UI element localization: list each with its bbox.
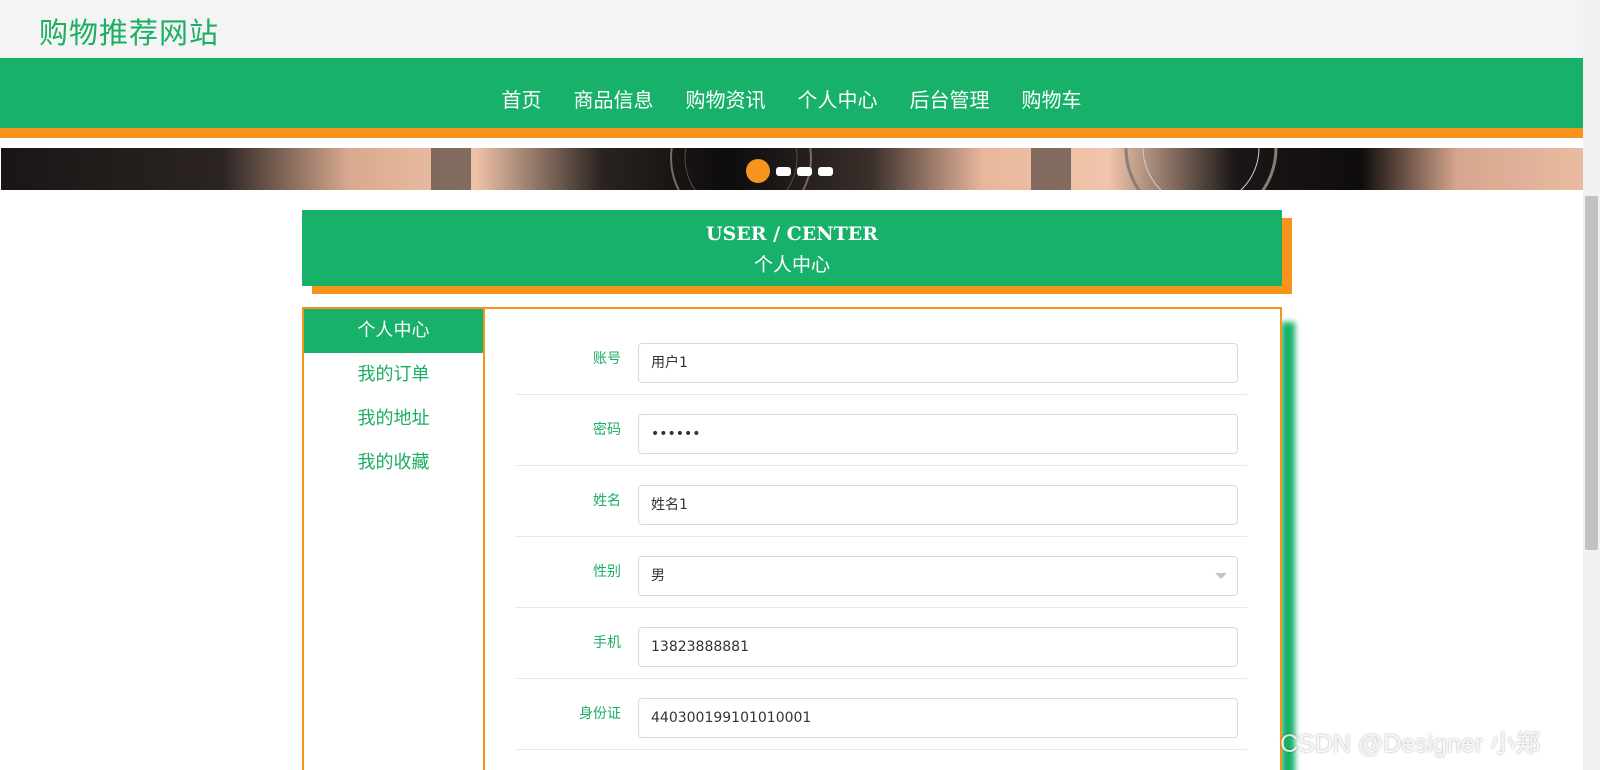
main-nav: 首页 商品信息 购物资讯 个人中心 后台管理 购物车	[0, 58, 1583, 138]
password-input[interactable]: ••••••	[638, 414, 1238, 454]
name-label: 姓名	[593, 493, 621, 509]
sidebar-item-orders[interactable]: 我的订单	[304, 353, 483, 397]
id-card-input[interactable]: 440300199101010001	[638, 698, 1238, 738]
nav-item-cart[interactable]: 购物车	[1006, 84, 1098, 113]
gender-select[interactable]: 男	[638, 556, 1238, 596]
nav-item-admin[interactable]: 后台管理	[894, 84, 1006, 113]
gender-value: 男	[651, 568, 665, 584]
user-sidebar: 个人中心 我的订单 我的地址 我的收藏	[302, 307, 485, 770]
section-title-cn: 个人中心	[753, 254, 830, 276]
password-label: 密码	[593, 422, 621, 438]
carousel-dot-2[interactable]	[776, 166, 791, 176]
section-title-en: USER / CENTER	[705, 223, 879, 245]
profile-form: 账号 用户1 密码 •••••• 姓名 姓名1 性别 男 手机 13823888…	[485, 307, 1282, 770]
sidebar-item-favorites[interactable]: 我的收藏	[304, 441, 483, 485]
id-card-label: 身份证	[579, 706, 621, 722]
form-row-account: 账号 用户1	[515, 324, 1247, 395]
nav-list: 首页 商品信息 购物资讯 个人中心 后台管理 购物车	[0, 58, 1583, 138]
section-header: USER / CENTER 个人中心	[302, 210, 1282, 286]
gender-label: 性别	[593, 564, 621, 580]
chevron-down-icon	[1215, 573, 1227, 579]
carousel-indicators	[746, 158, 833, 184]
nav-item-products[interactable]: 商品信息	[558, 84, 670, 113]
phone-label: 手机	[593, 635, 621, 651]
carousel-dot-3[interactable]	[797, 166, 812, 176]
page: 购物推荐网站 首页 商品信息 购物资讯 个人中心 后台管理 购物车 USER /…	[0, 0, 1600, 770]
nav-item-user-center[interactable]: 个人中心	[782, 84, 894, 113]
site-title[interactable]: 购物推荐网站	[39, 10, 219, 52]
phone-input[interactable]: 13823888881	[638, 627, 1238, 667]
form-row-id-card: 身份证 440300199101010001	[515, 679, 1247, 750]
form-row-phone: 手机 13823888881	[515, 608, 1247, 679]
site-header: 购物推荐网站	[0, 0, 1583, 58]
nav-item-home[interactable]: 首页	[486, 84, 558, 113]
carousel-dot-1[interactable]	[746, 159, 770, 183]
panel-shadow	[1281, 322, 1295, 770]
name-input[interactable]: 姓名1	[638, 485, 1238, 525]
nav-item-news[interactable]: 购物资讯	[670, 84, 782, 113]
account-label: 账号	[593, 351, 621, 367]
sidebar-item-address[interactable]: 我的地址	[304, 397, 483, 441]
carousel-dot-4[interactable]	[818, 166, 833, 176]
account-input[interactable]: 用户1	[638, 343, 1238, 383]
page-scrollbar[interactable]	[1583, 0, 1600, 770]
form-row-password: 密码 ••••••	[515, 395, 1247, 466]
watermark: CSDN @Designer 小郑	[1280, 730, 1541, 758]
form-row-gender: 性别 男	[515, 537, 1247, 608]
sidebar-item-user-center[interactable]: 个人中心	[304, 309, 483, 353]
form-row-name: 姓名 姓名1	[515, 466, 1247, 537]
scrollbar-thumb[interactable]	[1585, 196, 1598, 550]
